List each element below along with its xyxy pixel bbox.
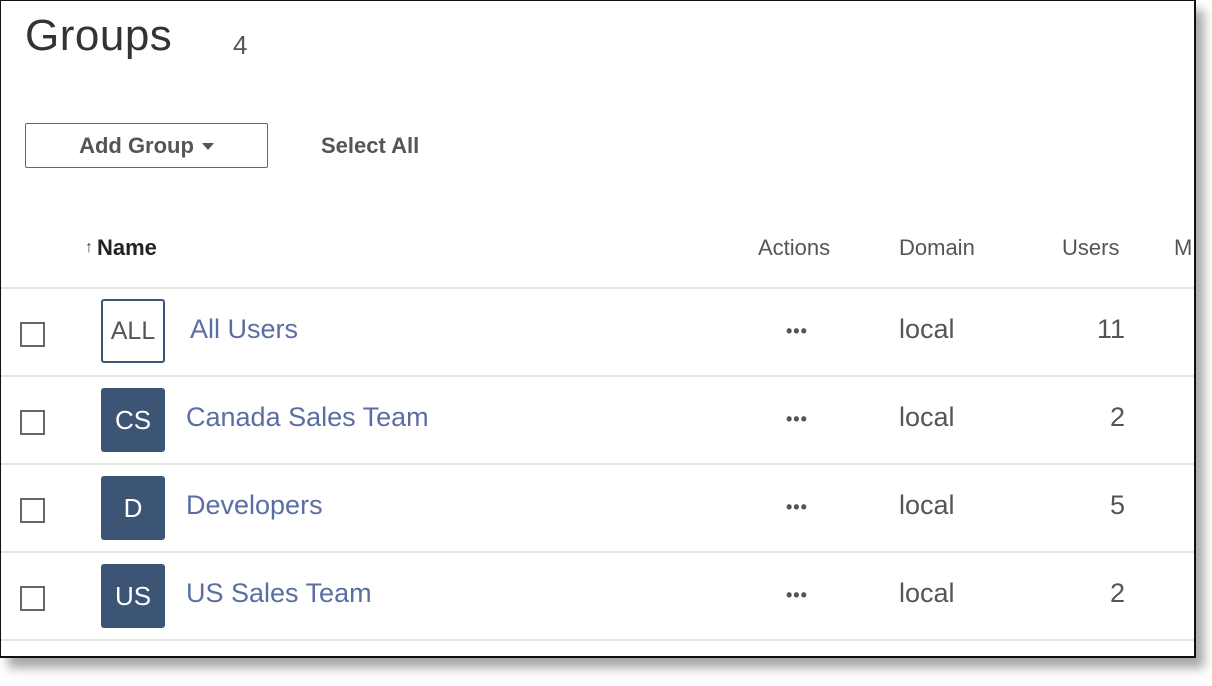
group-name-link[interactable]: All Users bbox=[190, 314, 298, 345]
table-row: US US Sales Team ••• local 2 bbox=[1, 553, 1194, 639]
group-avatar: US bbox=[101, 564, 165, 628]
column-header-name[interactable]: ↑ Name bbox=[85, 235, 157, 261]
users-count-cell: 5 bbox=[1109, 490, 1125, 520]
users-count-cell: 2 bbox=[1109, 578, 1125, 608]
more-actions-icon[interactable]: ••• bbox=[786, 585, 808, 606]
more-actions-icon[interactable]: ••• bbox=[786, 409, 808, 430]
users-count-cell: 11 bbox=[1096, 314, 1125, 344]
column-header-users[interactable]: Users bbox=[1062, 235, 1119, 261]
group-avatar: D bbox=[101, 476, 165, 540]
row-checkbox[interactable] bbox=[20, 586, 45, 611]
group-name-link[interactable]: Canada Sales Team bbox=[186, 402, 429, 433]
domain-cell: local bbox=[899, 402, 955, 432]
row-checkbox[interactable] bbox=[20, 410, 45, 435]
table-row: ALL All Users ••• local 11 bbox=[1, 289, 1194, 375]
group-avatar: ALL bbox=[101, 299, 165, 363]
group-name-link[interactable]: Developers bbox=[186, 490, 323, 521]
row-checkbox[interactable] bbox=[20, 322, 45, 347]
select-all-button[interactable]: Select All bbox=[321, 133, 419, 159]
add-group-button[interactable]: Add Group bbox=[25, 123, 268, 168]
caret-down-icon bbox=[201, 143, 214, 150]
table-row: CS Canada Sales Team ••• local 2 bbox=[1, 377, 1194, 463]
groups-panel: Groups 4 Add Group Select All ↑ Name Act… bbox=[0, 0, 1196, 658]
column-header-truncated[interactable]: M bbox=[1174, 235, 1192, 261]
column-header-name-label: Name bbox=[97, 235, 157, 260]
more-actions-icon[interactable]: ••• bbox=[786, 497, 808, 518]
page-title: Groups bbox=[25, 11, 173, 60]
group-name-link[interactable]: US Sales Team bbox=[186, 578, 372, 609]
divider bbox=[1, 639, 1194, 641]
group-avatar: CS bbox=[101, 388, 165, 452]
more-actions-icon[interactable]: ••• bbox=[786, 321, 808, 342]
domain-cell: local bbox=[899, 314, 955, 344]
row-checkbox[interactable] bbox=[20, 498, 45, 523]
column-header-domain[interactable]: Domain bbox=[899, 235, 975, 261]
users-count-cell: 2 bbox=[1109, 402, 1125, 432]
add-group-label: Add Group bbox=[79, 132, 194, 158]
column-header-actions: Actions bbox=[758, 235, 831, 260]
sort-up-arrow-icon: ↑ bbox=[85, 239, 93, 256]
domain-cell: local bbox=[899, 490, 955, 520]
group-count: 4 bbox=[233, 30, 248, 60]
domain-cell: local bbox=[899, 578, 955, 608]
table-row: D Developers ••• local 5 bbox=[1, 465, 1194, 551]
